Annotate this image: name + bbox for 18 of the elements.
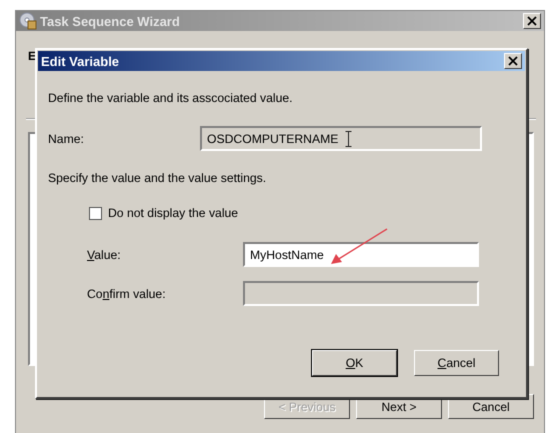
page-heading: E — [28, 49, 36, 63]
dialog-button[interactable]: OK — [312, 350, 397, 376]
value-label: Value: — [87, 248, 122, 262]
checkbox[interactable] — [89, 206, 102, 220]
window-title: Task Sequence Wizard — [40, 14, 181, 28]
dialog-title: Edit Variable — [41, 54, 120, 68]
arrow-drawing — [329, 227, 389, 267]
value-field[interactable]: MyHostName — [243, 242, 479, 267]
disc-icon — [19, 12, 37, 30]
close-button[interactable] — [504, 53, 522, 69]
settings-text: Specify the value and the value settings. — [48, 171, 268, 185]
checkbox-label: Do not display the value — [108, 206, 238, 220]
intro-text: Define the variable and its asscociated value. — [48, 91, 294, 107]
close-button[interactable] — [523, 13, 541, 29]
name-label: Name: — [48, 132, 85, 146]
dialog-button[interactable]: Cancel — [414, 350, 499, 376]
confirm-label: Confirm value: — [87, 286, 167, 300]
text-cursor-icon — [345, 131, 352, 147]
